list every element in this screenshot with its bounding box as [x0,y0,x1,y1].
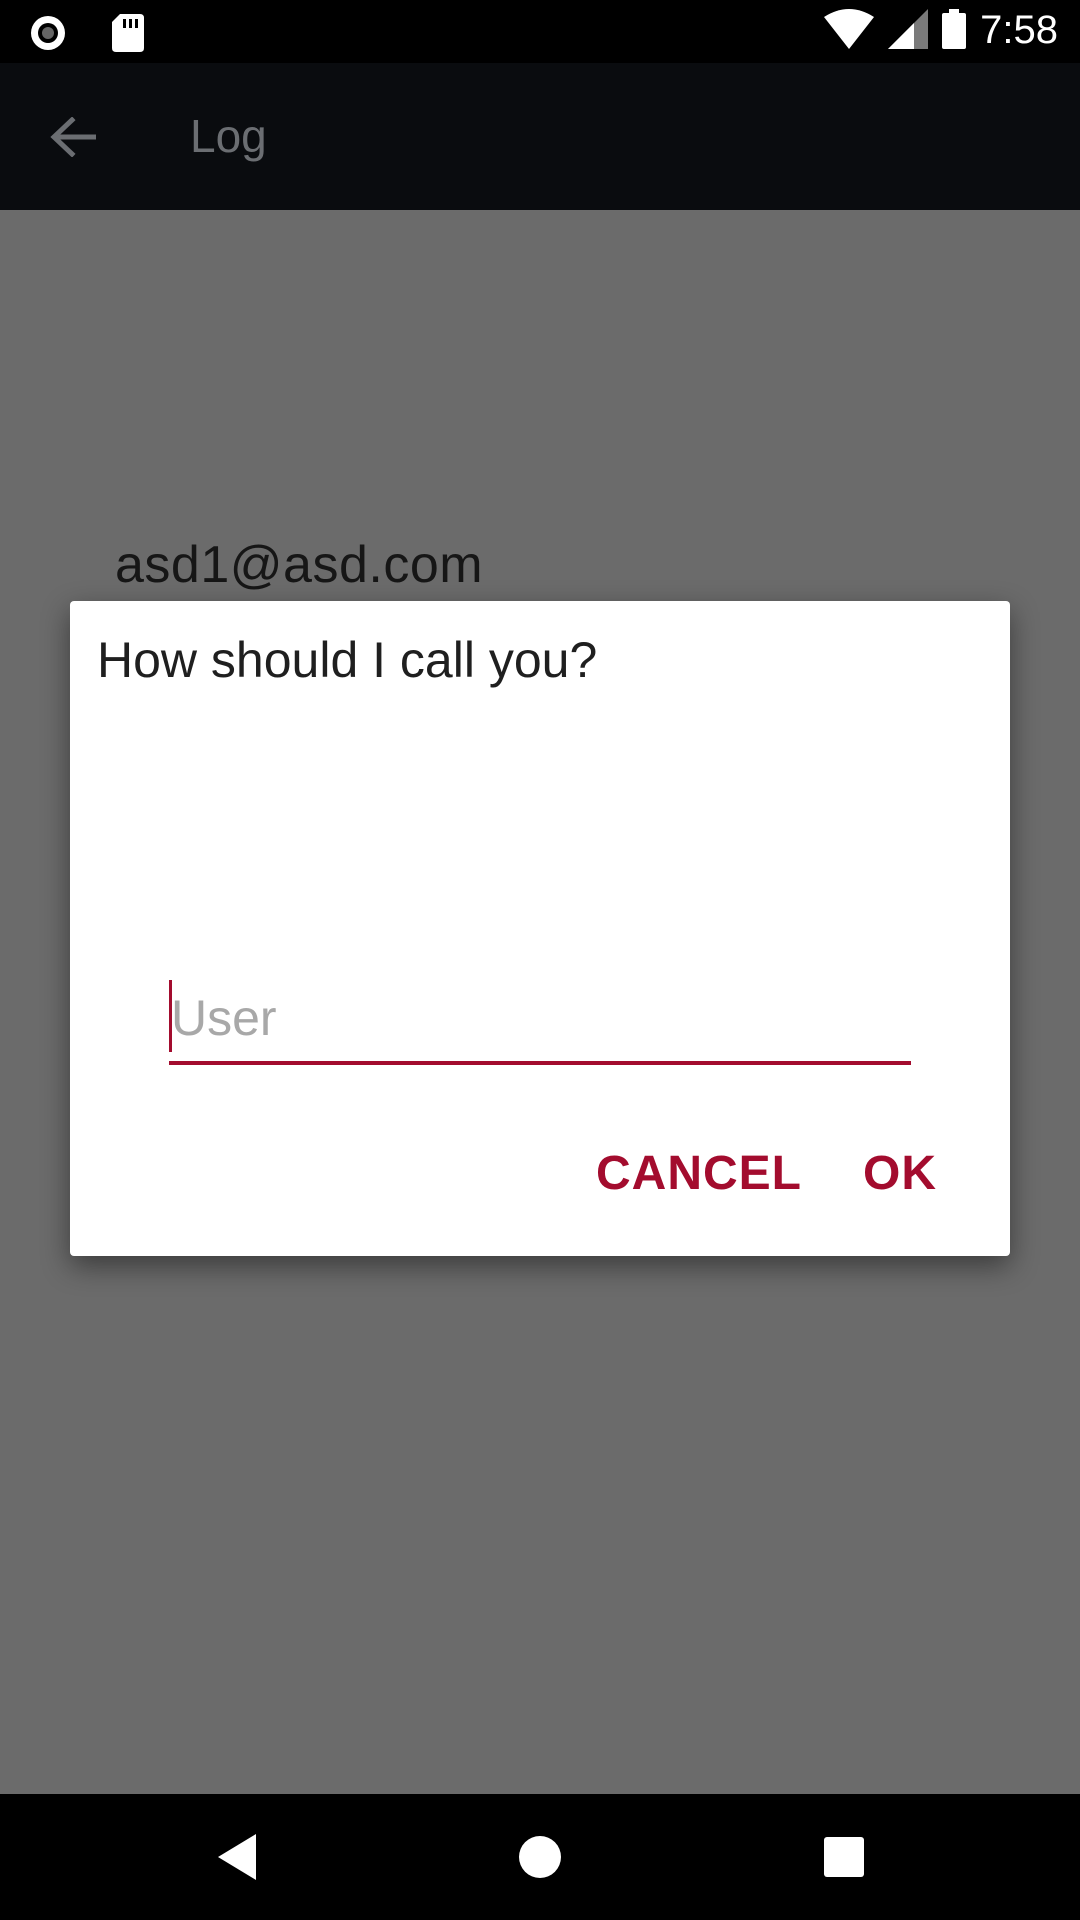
nav-recents-icon [824,1837,864,1877]
nav-back-button[interactable] [208,1827,268,1887]
sd-card-icon [112,14,144,56]
name-dialog: How should I call you? CANCEL OK [70,601,1010,1256]
status-bar: 7:58 [0,0,1080,63]
record-icon [28,13,68,57]
arrow-back-icon [50,117,96,157]
dialog-title: How should I call you? [97,632,598,688]
nav-home-icon [519,1836,561,1878]
nav-recents-button[interactable] [814,1827,874,1887]
email-label: asd1@asd.com [115,536,484,594]
status-right-icons: 7:58 [824,8,1058,53]
nav-back-icon [218,1834,256,1880]
clock: 7:58 [980,8,1058,52]
battery-icon [942,8,967,53]
user-name-input[interactable] [171,975,909,1061]
wifi-icon [824,8,875,53]
status-left-icons [28,13,144,57]
screen: 7:58 Log asd1@asd.com How should I call … [0,0,1080,1920]
back-button[interactable] [40,106,106,168]
signal-icon [888,8,929,53]
nav-home-button[interactable] [510,1827,570,1887]
page-title: Log [190,110,267,162]
ok-button[interactable]: OK [863,1146,937,1201]
cancel-button[interactable]: CANCEL [596,1146,802,1201]
app-bar: Log [0,63,1080,210]
navigation-bar [0,1794,1080,1920]
user-name-field[interactable] [169,975,911,1065]
